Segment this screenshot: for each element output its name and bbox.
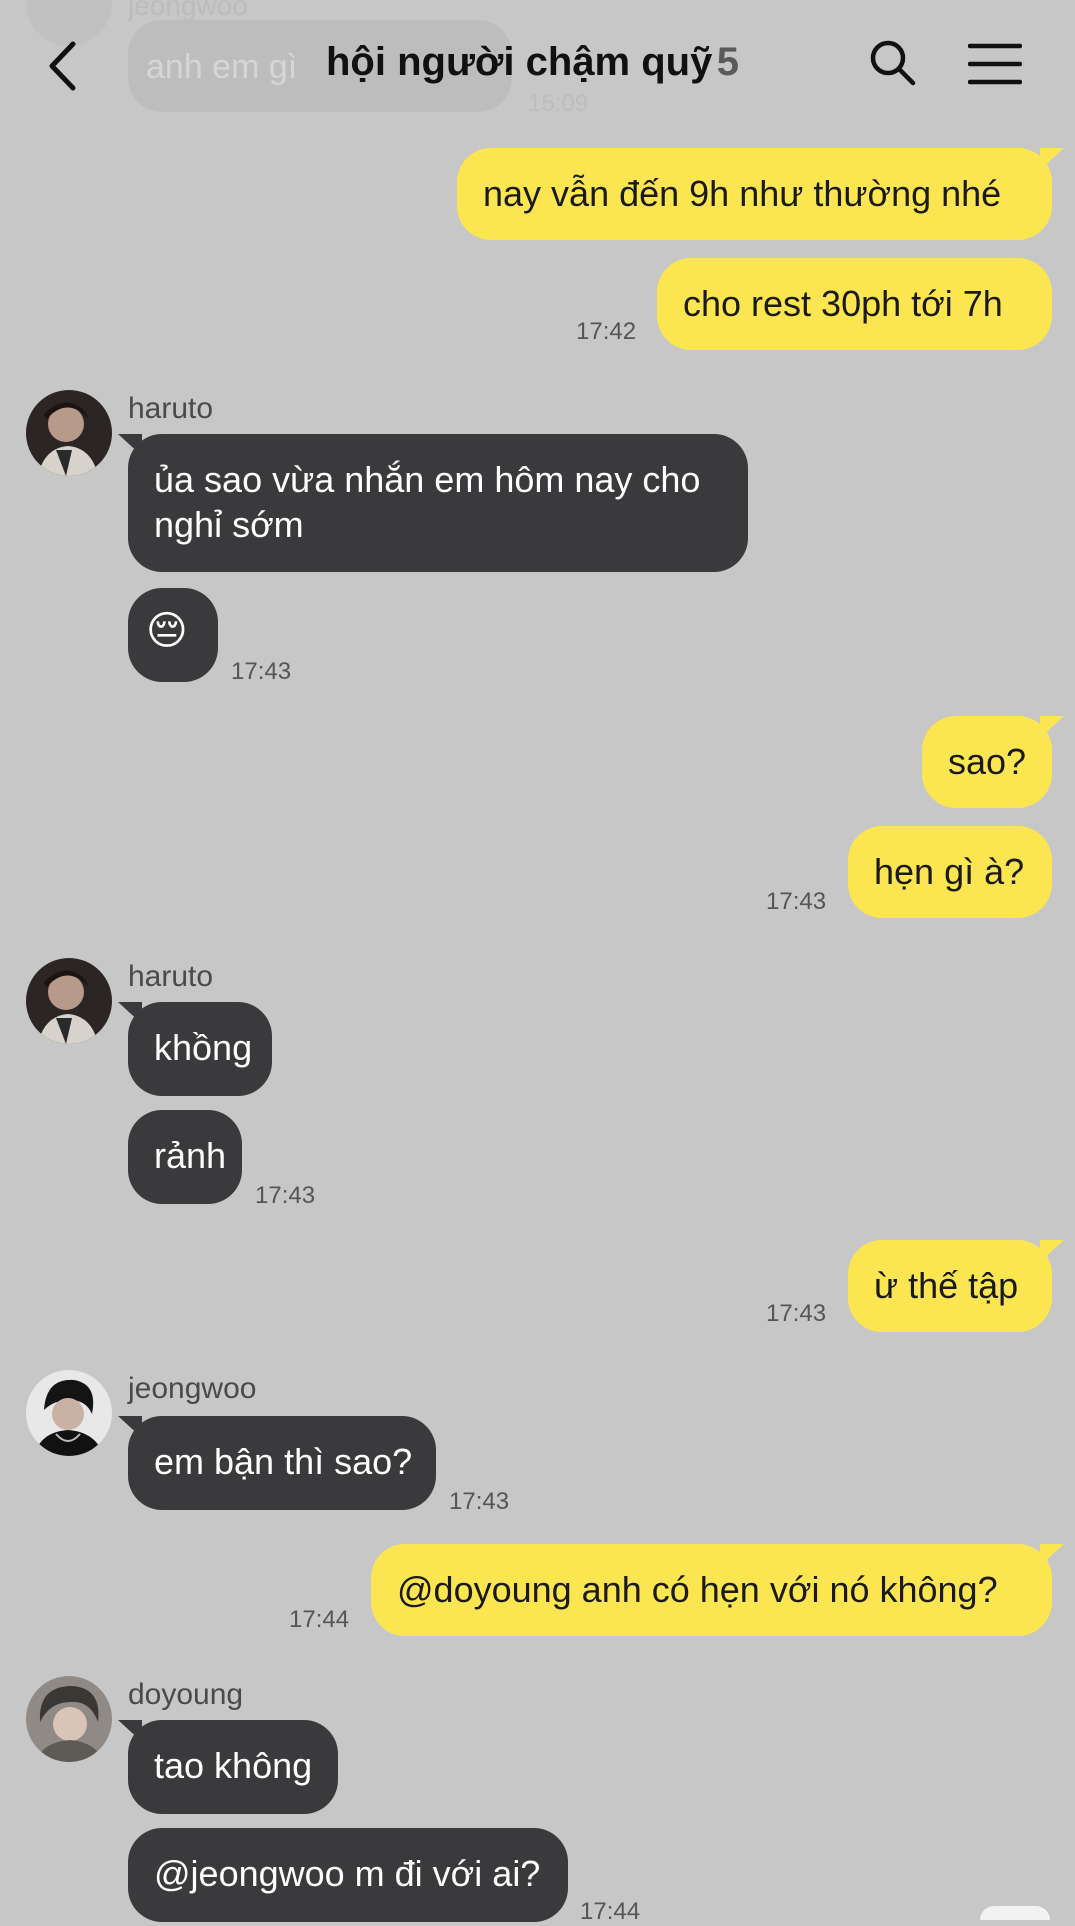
search-button[interactable] — [868, 38, 918, 88]
outgoing-message[interactable]: ừ thế tập — [848, 1240, 1064, 1332]
avatar-haruto[interactable] — [26, 390, 112, 476]
message-text: sao? — [948, 741, 1027, 782]
message-time: 17:43 — [766, 1300, 827, 1327]
incoming-message[interactable]: tao không — [118, 1720, 338, 1814]
message-time: 17:44 — [289, 1606, 350, 1633]
message-text: @doyoung anh có hẹn với nó không? — [397, 1569, 998, 1610]
message-text: em bận thì sao? — [154, 1441, 413, 1482]
incoming-message[interactable]: khồng — [118, 1002, 272, 1096]
message-time: 17:43 — [449, 1488, 510, 1515]
message-text: ừ thế tập — [874, 1265, 1019, 1306]
sender-name: haruto — [128, 960, 214, 993]
outgoing-message[interactable]: nay vẫn đến 9h như thường nhé — [457, 148, 1064, 240]
avatar-photo-icon — [26, 1676, 112, 1762]
menu-icon — [967, 43, 1023, 85]
search-icon — [870, 40, 916, 86]
message-time: 17:42 — [576, 318, 637, 345]
outgoing-message[interactable]: hẹn gì à? — [848, 826, 1052, 918]
message-text: @jeongwoo m đi với ai? — [154, 1853, 541, 1894]
incoming-message[interactable]: 😔 — [128, 588, 218, 682]
message-time: 17:43 — [231, 658, 292, 685]
sender-name: doyoung — [128, 1678, 244, 1711]
scroll-down-button[interactable] — [980, 1906, 1050, 1920]
avatar-photo-icon — [26, 958, 112, 1044]
message-time: 17:44 — [580, 1898, 641, 1925]
chat-title: hội người chậm quỹ 5 — [326, 40, 739, 85]
message-time: 17:43 — [255, 1182, 316, 1209]
message-text-line2: nghỉ sớm — [154, 504, 304, 545]
incoming-message[interactable]: ủa sao vừa nhắn em hôm nay cho nghỉ sớm — [118, 434, 748, 572]
chat-header: hội người chậm quỹ 5 — [0, 0, 1075, 130]
incoming-message[interactable]: em bận thì sao? — [118, 1416, 436, 1510]
message-text: cho rest 30ph tới 7h — [683, 283, 1003, 324]
member-count: 5 — [716, 40, 740, 84]
incoming-message[interactable]: rảnh — [128, 1110, 242, 1204]
avatar-jeongwoo[interactable] — [26, 1370, 112, 1456]
avatar-haruto[interactable] — [26, 958, 112, 1044]
message-text: tao không — [154, 1745, 313, 1786]
avatar-photo-icon — [26, 1370, 112, 1456]
message-text: khồng — [154, 1027, 253, 1068]
back-button[interactable] — [40, 36, 90, 96]
outgoing-message[interactable]: @doyoung anh có hẹn với nó không? — [371, 1544, 1064, 1636]
menu-button[interactable] — [967, 42, 1023, 86]
outgoing-message[interactable]: cho rest 30ph tới 7h — [657, 258, 1052, 350]
message-time: 17:43 — [766, 888, 827, 915]
outgoing-message[interactable]: sao? — [922, 716, 1064, 808]
chat-title-text: hội người chậm quỹ — [326, 40, 713, 84]
sender-name: jeongwoo — [128, 1372, 257, 1405]
message-text: rảnh — [154, 1135, 227, 1176]
sender-name: haruto — [128, 392, 214, 425]
message-text-line1: ủa sao vừa nhắn em hôm nay cho — [154, 459, 701, 500]
avatar-doyoung[interactable] — [26, 1676, 112, 1762]
emoji-pensive: 😔 — [146, 609, 188, 653]
message-text: hẹn gì à? — [874, 851, 1025, 892]
message-text: nay vẫn đến 9h như thường nhé — [483, 173, 1002, 214]
back-arrow-icon — [49, 41, 76, 91]
avatar-photo-icon — [26, 390, 112, 476]
incoming-message[interactable]: @jeongwoo m đi với ai? — [128, 1828, 568, 1922]
